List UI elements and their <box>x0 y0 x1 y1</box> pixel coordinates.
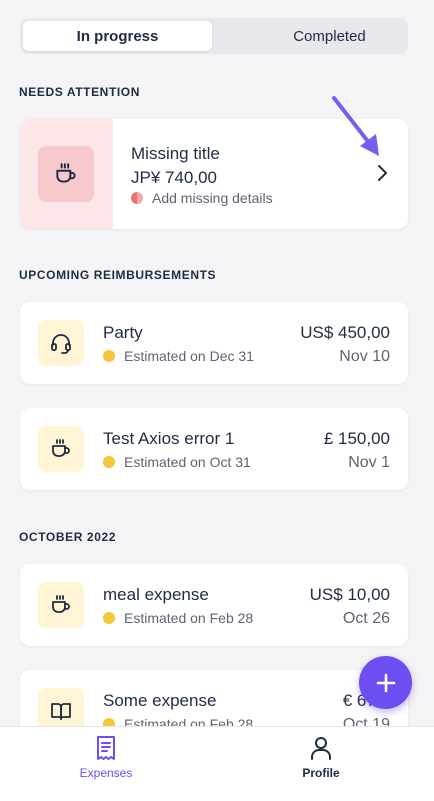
receipt-icon <box>97 736 115 760</box>
status-text: Estimated on Feb 28 <box>124 610 254 626</box>
expense-amount: £ 150,00 <box>323 429 390 448</box>
headset-icon <box>38 320 84 366</box>
expense-status: Estimated on Feb 28 <box>103 610 253 626</box>
section-header-upcoming: UPCOMING REIMBURSEMENTS <box>19 268 217 282</box>
expense-amount: US$ 450,00 <box>300 323 390 342</box>
chevron-right-icon[interactable] <box>375 163 389 188</box>
expense-title: Party <box>103 323 143 342</box>
section-header-october-2022: OCTOBER 2022 <box>19 530 117 544</box>
expense-status: Estimated on Dec 31 <box>103 348 254 364</box>
coffee-cup-icon <box>38 146 94 202</box>
expense-date: Nov 10 <box>339 348 390 365</box>
status-dot <box>103 612 115 624</box>
expense-card[interactable]: Test Axios error 1 Estimated on Oct 31 £… <box>20 408 408 490</box>
expense-title: Missing title <box>131 144 220 163</box>
status-dot <box>103 350 115 362</box>
user-icon <box>311 737 331 760</box>
status-text: Estimated on Dec 31 <box>124 348 254 364</box>
expense-title: Some expense <box>103 691 217 710</box>
status-dot <box>103 456 115 468</box>
tab-completed[interactable]: Completed <box>235 21 424 51</box>
tab-expenses-label: Expenses <box>79 766 133 780</box>
status-dot <box>131 192 143 204</box>
tab-profile-label: Profile <box>302 766 340 780</box>
tab-expenses[interactable]: Expenses <box>46 735 166 780</box>
plus-icon <box>376 673 395 692</box>
expense-status: Estimated on Oct 31 <box>103 454 251 470</box>
coffee-cup-icon <box>38 582 84 628</box>
expense-amount: US$ 10,00 <box>309 585 390 604</box>
expense-date: Nov 1 <box>348 454 390 471</box>
expense-date: Oct 26 <box>342 610 390 627</box>
coffee-cup-icon <box>38 426 84 472</box>
expense-card[interactable]: Party Estimated on Dec 31 US$ 450,00 Nov… <box>20 302 408 384</box>
status-segmented-control: In progress Completed <box>20 18 408 54</box>
status-text: Estimated on Oct 31 <box>124 454 251 470</box>
section-header-needs-attention: NEEDS ATTENTION <box>19 85 141 99</box>
annotation-arrow-icon <box>332 96 379 156</box>
tab-in-progress[interactable]: In progress <box>23 21 212 51</box>
status-text: Add missing details <box>152 190 273 206</box>
expense-title: meal expense <box>103 585 209 604</box>
expense-status: Add missing details <box>131 190 273 206</box>
tab-profile[interactable]: Profile <box>261 735 381 780</box>
expense-title: Test Axios error 1 <box>103 429 235 448</box>
expense-card[interactable]: meal expense Estimated on Feb 28 US$ 10,… <box>20 564 408 646</box>
add-expense-button[interactable] <box>359 656 412 709</box>
expense-amount: JP¥ 740,00 <box>131 168 218 187</box>
bottom-tab-bar: Expenses Profile <box>0 726 434 801</box>
